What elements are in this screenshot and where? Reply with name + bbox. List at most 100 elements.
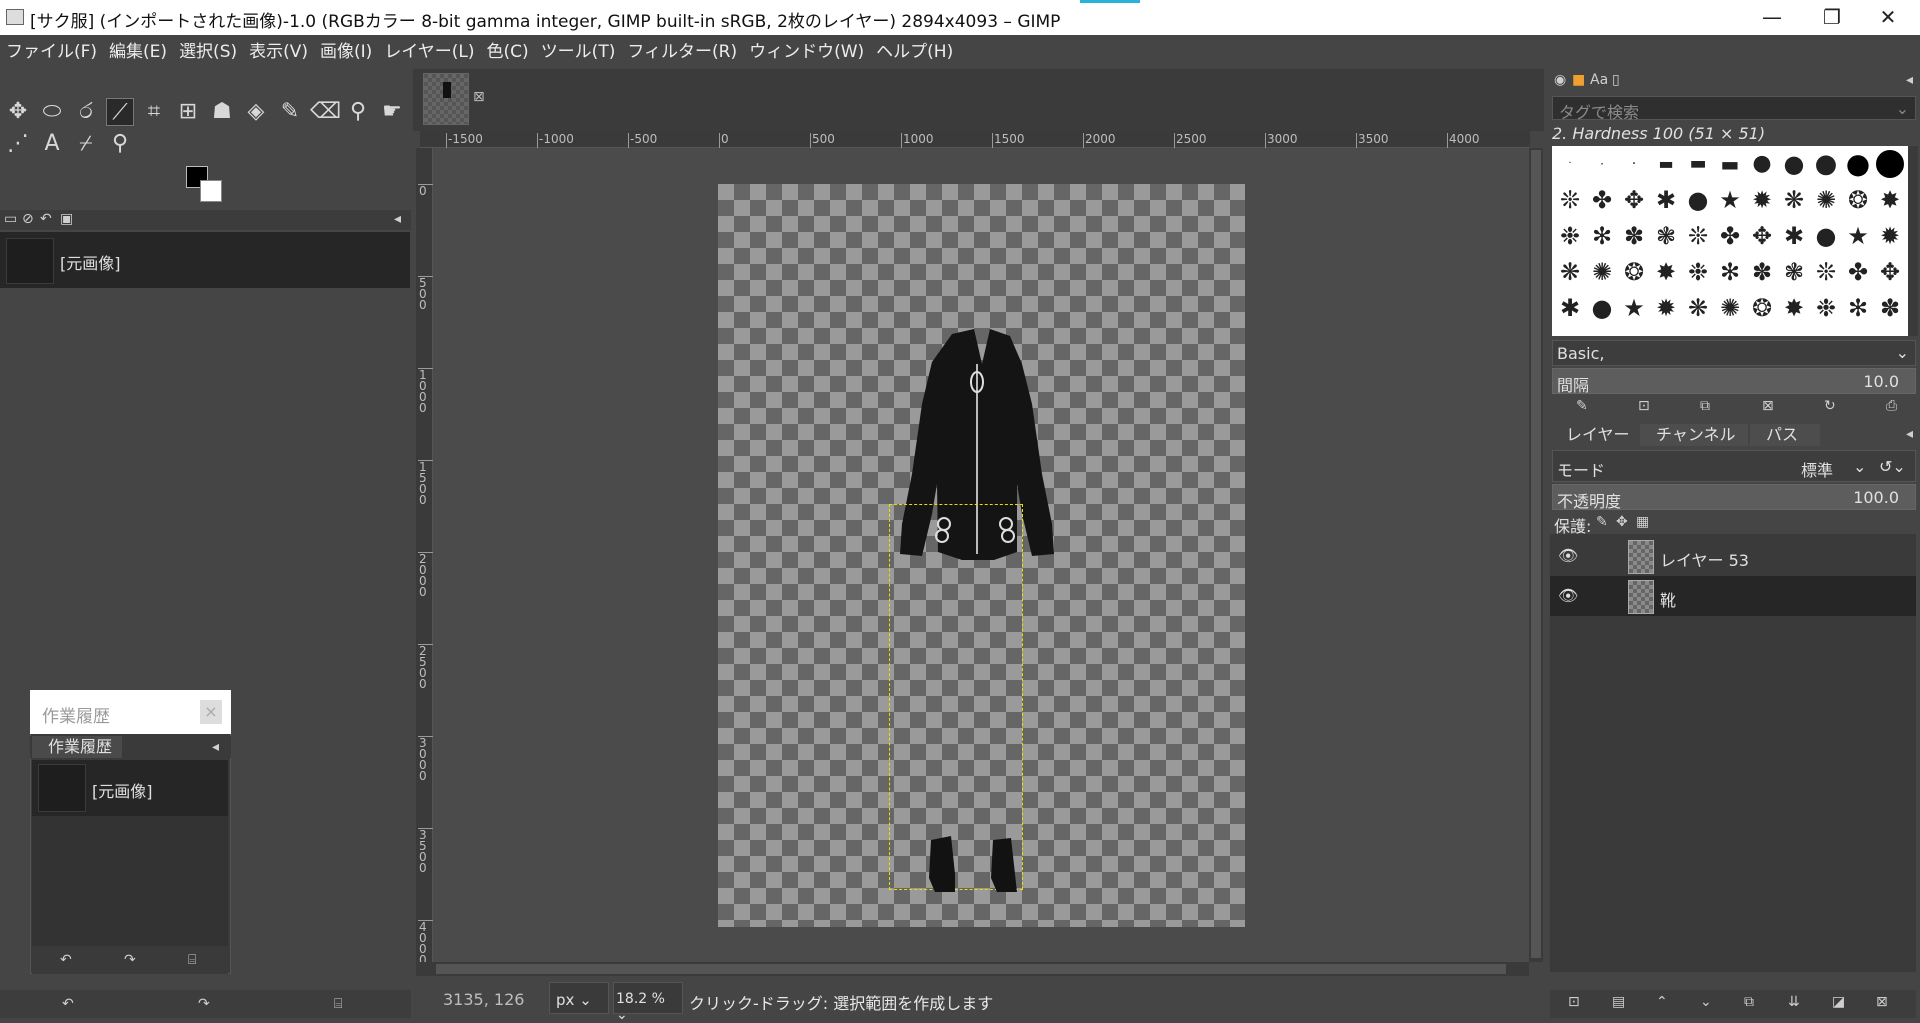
brush-thumbnail[interactable]: ❉ <box>1556 222 1584 250</box>
crop-icon[interactable]: ⌗ <box>140 98 168 126</box>
edit-brush-icon[interactable]: ✎ <box>1576 398 1588 414</box>
dock-menu-icon[interactable]: ◂ <box>394 211 401 227</box>
brush-thumbnail[interactable]: ✱ <box>1652 186 1680 214</box>
brush-thumbnail[interactable]: ❃ <box>1652 222 1680 250</box>
layer-mask-icon[interactable]: ◪ <box>1832 994 1845 1010</box>
smudge-icon[interactable]: ☛ <box>378 98 406 126</box>
history-redo-icon[interactable]: ↷ <box>124 952 136 968</box>
horizontal-ruler[interactable]: -1500 -1000 -500 0 500 1000 1500 2000 2500 3000 35… <box>420 131 1530 148</box>
images-tab-icon[interactable]: ▣ <box>60 211 73 227</box>
brush-thumbnail[interactable] <box>1876 150 1904 178</box>
brush-thumbnail[interactable]: ❋ <box>1556 258 1584 286</box>
lock-pixels-icon[interactable]: ✎ <box>1596 514 1608 530</box>
brushes-dock-menu-icon[interactable]: ◂ <box>1906 72 1913 88</box>
fonts-tab-icon[interactable]: Aa <box>1590 72 1608 88</box>
history-undo-icon[interactable]: ↶ <box>60 952 72 968</box>
brush-thumbnail[interactable]: ❂ <box>1844 186 1872 214</box>
brush-thumbnail[interactable]: ● <box>1684 186 1712 214</box>
brush-thumbnail[interactable]: · <box>1588 150 1616 178</box>
brush-thumbnail[interactable]: ✻ <box>1844 294 1872 322</box>
lower-layer-icon[interactable]: ⌄ <box>1700 994 1712 1010</box>
brush-thumbnail[interactable]: · <box>1620 150 1648 178</box>
image-tab-thumbnail[interactable] <box>423 73 469 125</box>
document-history-tab-icon[interactable]: ▯ <box>1612 72 1620 88</box>
brush-thumbnail[interactable]: ● <box>1844 150 1872 178</box>
history-window-titlebar[interactable]: 作業履歴 × <box>30 690 231 734</box>
zoom-icon[interactable]: ⚲ <box>106 130 134 158</box>
vertical-ruler[interactable]: 0 500 1000 1500 2000 2500 3000 3500 4000 <box>416 148 433 966</box>
visibility-eye-icon[interactable]: 👁 <box>1558 546 1578 565</box>
brush-thumbnail[interactable]: ● <box>1748 150 1776 178</box>
brush-thumbnail[interactable]: ✸ <box>1876 186 1904 214</box>
brush-thumbnail[interactable]: ❃ <box>1780 258 1808 286</box>
brush-thumbnail[interactable]: ● <box>1812 150 1840 178</box>
free-select-icon[interactable]: ර <box>72 98 100 126</box>
brush-thumbnail[interactable]: ✽ <box>1876 294 1904 322</box>
tool-options-tab-icon[interactable]: ▭ <box>4 211 17 227</box>
brush-thumbnail[interactable]: ✹ <box>1748 186 1776 214</box>
lock-alpha-icon[interactable]: ▦ <box>1636 514 1649 530</box>
brush-thumbnail[interactable]: ✻ <box>1716 258 1744 286</box>
brush-thumbnail[interactable]: ❉ <box>1812 294 1840 322</box>
brush-thumbnail[interactable]: ✻ <box>1588 222 1616 250</box>
brush-thumbnail[interactable]: ✺ <box>1812 186 1840 214</box>
merge-layer-icon[interactable]: ⇊ <box>1788 994 1800 1010</box>
lock-position-icon[interactable]: ✥ <box>1616 514 1628 530</box>
horizontal-scroll-thumb[interactable] <box>436 964 1506 974</box>
undo-icon[interactable]: ↶ <box>62 996 74 1012</box>
fuzzy-select-icon[interactable]: ⟋ <box>106 98 134 126</box>
brush-thumbnail[interactable]: ❊ <box>1556 186 1584 214</box>
brush-thumbnail[interactable]: ★ <box>1844 222 1872 250</box>
menu-windows[interactable]: ウィンドウ(W) <box>743 35 870 69</box>
brush-thumbnail[interactable]: ✥ <box>1620 186 1648 214</box>
image-canvas[interactable] <box>718 184 1245 927</box>
brush-thumbnail[interactable]: ❋ <box>1780 186 1808 214</box>
brush-thumbnail[interactable]: · <box>1556 150 1584 178</box>
brush-thumbnail[interactable]: ▬ <box>1684 150 1712 178</box>
brush-thumbnail[interactable]: ✤ <box>1716 222 1744 250</box>
image-tab-close-icon[interactable]: ⊠ <box>473 89 485 105</box>
brush-thumbnail[interactable]: ★ <box>1716 186 1744 214</box>
layer-opacity-field[interactable]: 不透明度 100.0 <box>1552 484 1916 511</box>
canvas-area[interactable] <box>433 148 1529 962</box>
brush-grid[interactable]: · · · ▬ ▬ ▬ ● ● ● ● ❊ ✤ ✥ ✱ ● ★ ✹ ❋ ✺ ❂ ✸ ❉ ✻ ✽ ❃ ❊ ✤ ✥ ✱ ● ★ ✹ ❋ ✺ ❂ ✸ ❉ ✻ ✽ ❃… <box>1552 146 1910 336</box>
menu-select[interactable]: 選択(S) <box>173 35 243 69</box>
layer-row[interactable]: 👁 レイヤー 53 <box>1550 536 1916 576</box>
brush-thumbnail[interactable]: ● <box>1588 294 1616 322</box>
history-list-item[interactable]: [元画像] <box>32 760 228 816</box>
duplicate-brush-icon[interactable]: ⧉ <box>1700 398 1710 414</box>
device-status-tab-icon[interactable]: ⊘ <box>22 211 34 227</box>
tab-channels[interactable]: チャンネル <box>1640 424 1748 446</box>
redo-icon[interactable]: ↷ <box>198 996 210 1012</box>
raise-layer-icon[interactable]: ⌃ <box>1656 994 1668 1010</box>
brush-thumbnail[interactable]: ✽ <box>1748 258 1776 286</box>
layer-row-selected[interactable]: 👁 靴 <box>1550 576 1916 616</box>
brush-thumbnail[interactable]: ★ <box>1620 294 1648 322</box>
menu-file[interactable]: ファイル(F) <box>0 35 103 69</box>
tab-paths[interactable]: パス <box>1750 424 1820 446</box>
brush-thumbnail[interactable]: ✥ <box>1876 258 1904 286</box>
brush-thumbnail[interactable]: ✹ <box>1876 222 1904 250</box>
menu-layer[interactable]: レイヤー(L) <box>378 35 480 69</box>
clone-icon[interactable]: ⚲ <box>344 98 372 126</box>
brush-tag-selector[interactable]: Basic, ⌄ <box>1552 340 1916 366</box>
brush-thumbnail[interactable]: ❊ <box>1684 222 1712 250</box>
visibility-eye-icon[interactable]: 👁 <box>1558 586 1578 605</box>
paths-icon[interactable]: ⋰ <box>4 130 32 158</box>
brush-thumbnail[interactable]: ❂ <box>1748 294 1776 322</box>
new-layer-group-icon[interactable]: ▤ <box>1612 994 1625 1010</box>
tab-layers[interactable]: レイヤー <box>1550 424 1638 446</box>
brush-thumbnail[interactable]: ❉ <box>1684 258 1712 286</box>
delete-brush-icon[interactable]: ⊠ <box>1762 398 1774 414</box>
paintbrush-icon[interactable]: ✎ <box>276 98 304 126</box>
composite-mode-icon[interactable]: ↺⌄ <box>1879 457 1906 476</box>
brush-thumbnail[interactable]: ▬ <box>1716 150 1744 178</box>
unified-transform-icon[interactable]: ⊞ <box>174 98 202 126</box>
brush-thumbnail[interactable]: ✱ <box>1556 294 1584 322</box>
patterns-tab-icon[interactable]: ■ <box>1572 72 1585 88</box>
brushes-tab-icon[interactable]: ◉ <box>1554 72 1566 88</box>
brush-thumbnail[interactable]: ✺ <box>1588 258 1616 286</box>
vertical-scrollbar[interactable] <box>1529 148 1543 962</box>
bucket-fill-icon[interactable]: ◈ <box>242 98 270 126</box>
menu-image[interactable]: 画像(I) <box>314 35 378 69</box>
